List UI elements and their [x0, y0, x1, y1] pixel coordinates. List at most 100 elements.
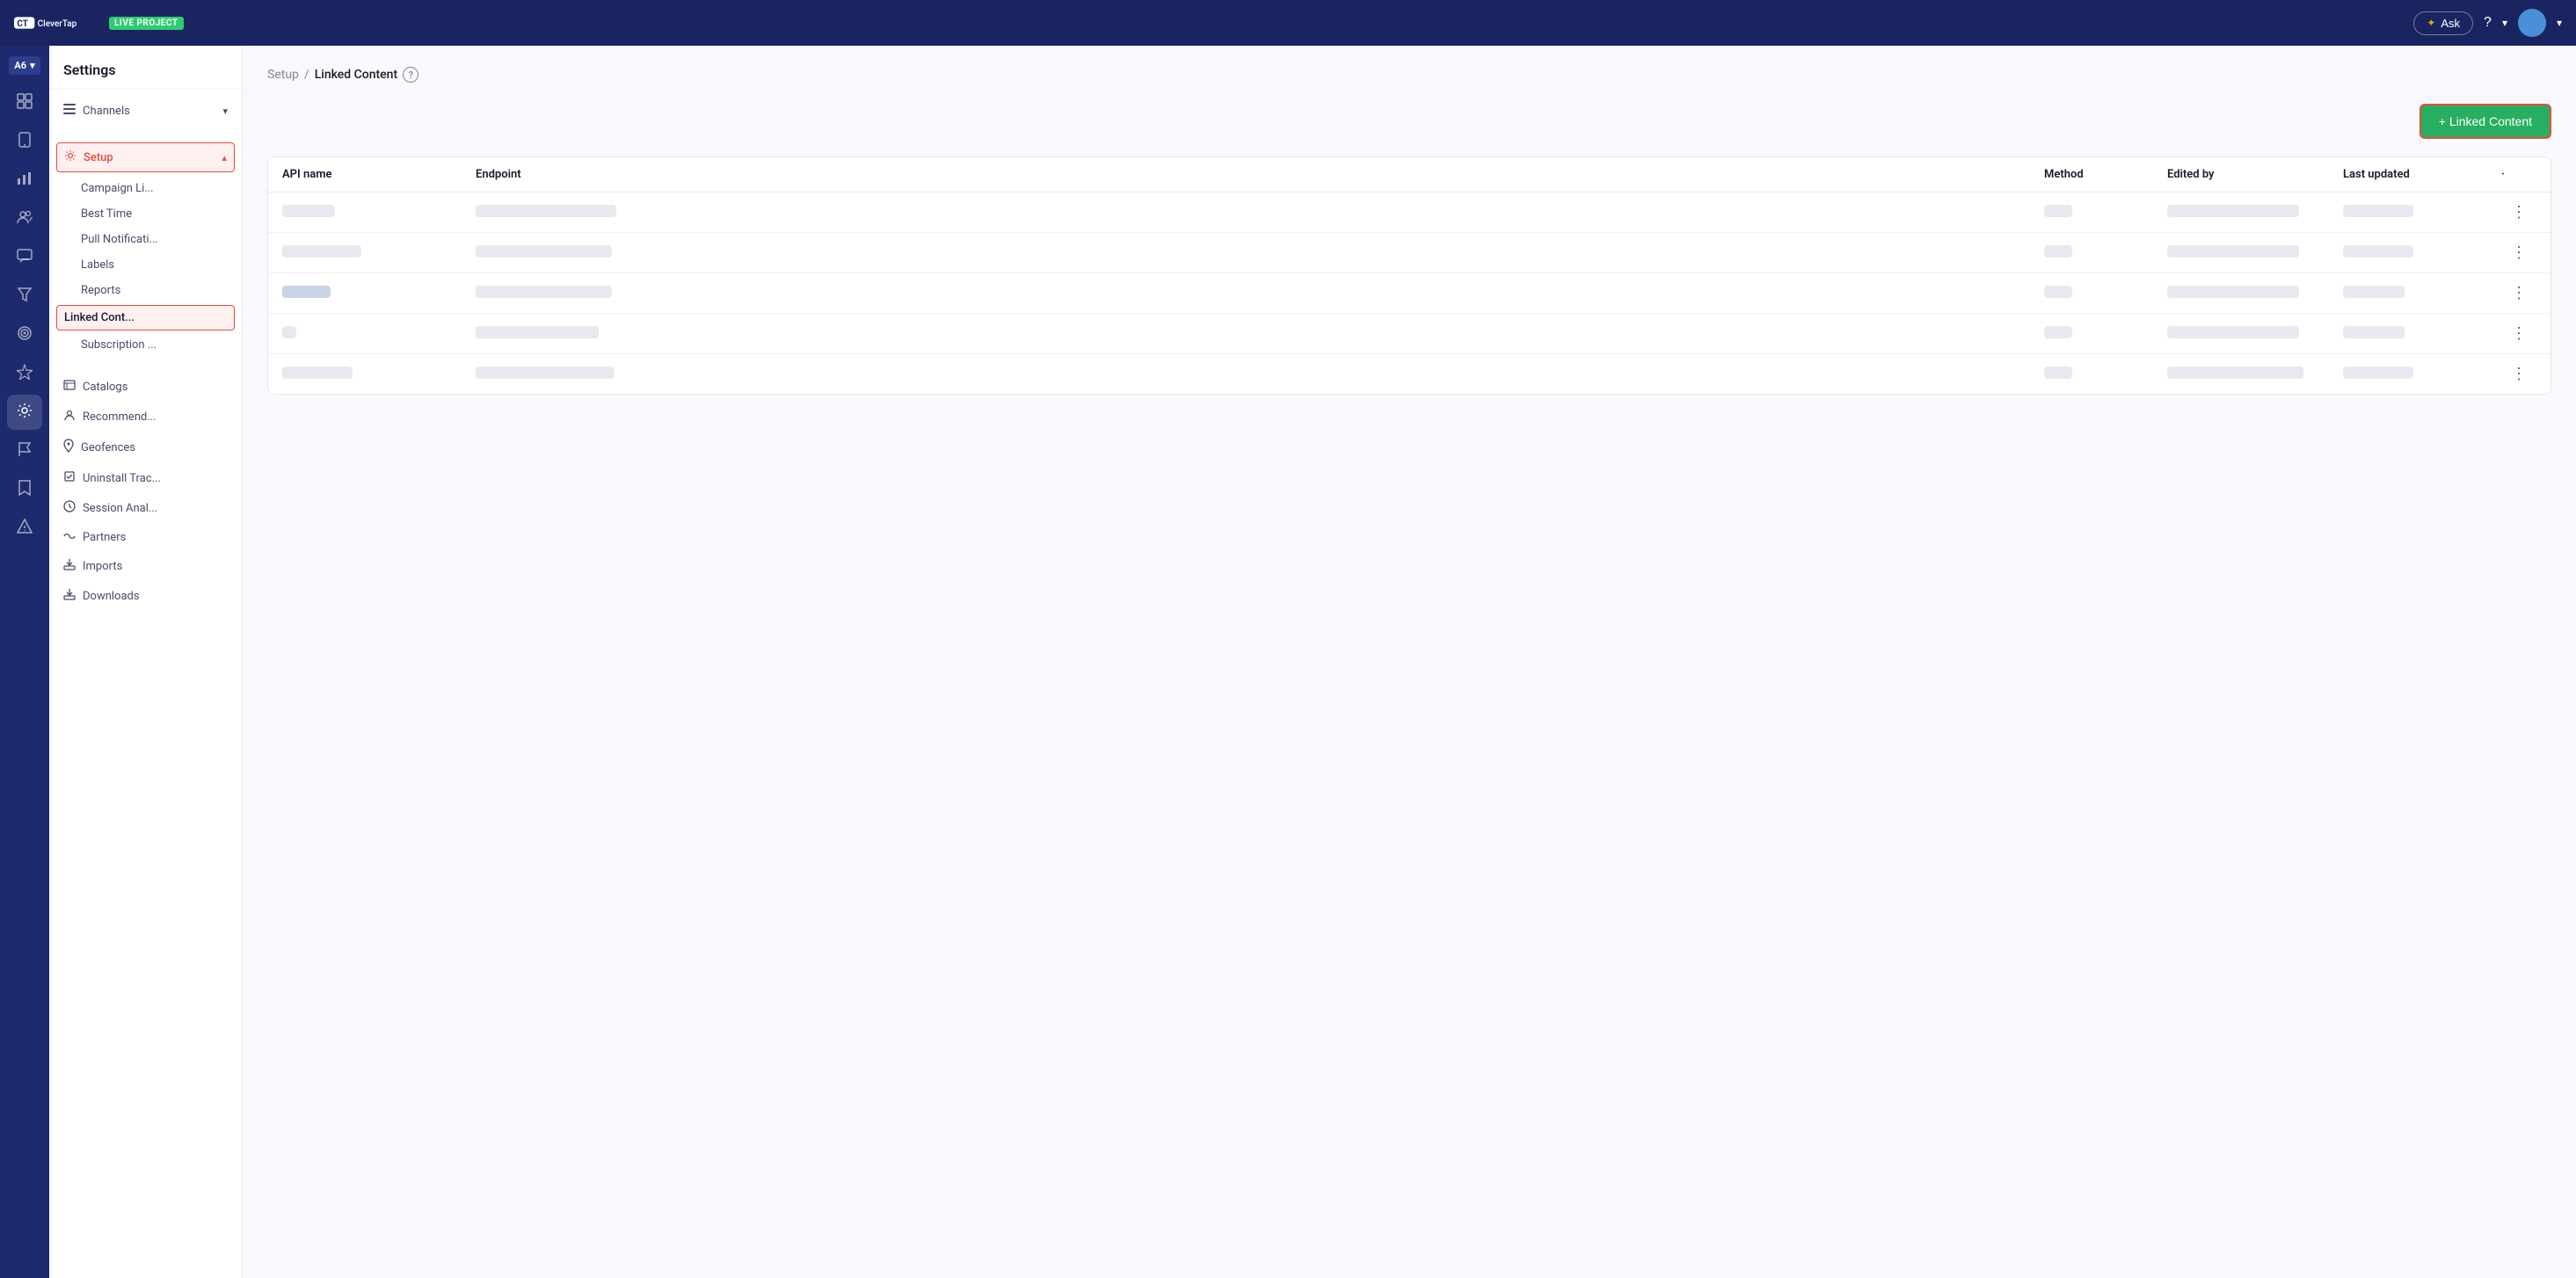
add-linked-content-button[interactable]: + Linked Content — [2420, 104, 2551, 139]
nav-left: CT CleverTap LIVE PROJECT — [14, 10, 184, 36]
header-api-name: API name — [282, 168, 476, 181]
sidebar-item-settings[interactable] — [7, 395, 42, 430]
sidebar-item-recommends[interactable]: Recommend... — [49, 402, 242, 432]
star-icon: ✦ — [2427, 17, 2435, 29]
cell-api-name-4 — [282, 326, 476, 342]
sidebar-item-catalogs[interactable]: Catalogs — [49, 372, 242, 402]
breadcrumb: Setup / Linked Content ? — [267, 67, 2551, 83]
session-icon — [63, 500, 76, 516]
cell-edited-by-4 — [2167, 326, 2343, 342]
cell-api-name-2 — [282, 245, 476, 261]
breadcrumb-separator: / — [304, 68, 309, 82]
help-icon: ? — [2484, 15, 2492, 31]
downloads-icon — [63, 588, 76, 604]
sidebar-item-funnel[interactable] — [7, 279, 42, 314]
app-layout: A6 ▾ — [0, 0, 2576, 1278]
ask-button[interactable]: ✦ Ask — [2413, 11, 2473, 35]
geofences-icon — [63, 439, 74, 456]
cell-endpoint-2 — [476, 245, 2044, 261]
svg-text:CleverTap: CleverTap — [38, 19, 77, 29]
cell-method-1 — [2044, 205, 2167, 221]
main-sidebar: Settings Channels ▾ — [49, 46, 243, 1278]
clevertap-logo: CT CleverTap — [14, 10, 102, 36]
row-actions-4[interactable]: ⋮ — [2501, 324, 2536, 343]
sidebar-sub-linked-content[interactable]: Linked Cont... — [56, 305, 235, 330]
sidebar-sub-best-time[interactable]: Best Time — [49, 201, 242, 227]
sidebar-item-partners[interactable]: Partners — [49, 523, 242, 551]
sidebar-item-people[interactable] — [7, 201, 42, 236]
header-edited-by: Edited by — [2167, 168, 2343, 181]
logo-area: CT CleverTap LIVE PROJECT — [14, 10, 184, 36]
setup-icon — [64, 149, 76, 165]
cell-endpoint-1 — [476, 205, 2044, 221]
cell-endpoint-3 — [476, 286, 2044, 301]
cell-edited-by-2 — [2167, 245, 2343, 261]
breadcrumb-help-icon[interactable]: ? — [403, 67, 418, 83]
cell-method-4 — [2044, 326, 2167, 342]
header-endpoint: Endpoint — [476, 168, 2044, 181]
sidebar-item-chart[interactable] — [7, 163, 42, 198]
nav-right: ✦ Ask ? ▾ ▾ — [2413, 9, 2562, 37]
cell-api-name-5 — [282, 367, 476, 382]
sidebar-item-geofences[interactable]: Geofences — [49, 432, 242, 463]
row-actions-2[interactable]: ⋮ — [2501, 243, 2536, 262]
phone-icon — [18, 132, 32, 151]
partners-icon — [63, 530, 76, 544]
sidebar-item-target[interactable] — [7, 317, 42, 352]
cell-api-name-3 — [282, 286, 476, 301]
chart-icon — [17, 171, 33, 189]
sidebar-item-phone[interactable] — [7, 124, 42, 159]
sidebar-sub-subscription[interactable]: Subscription ... — [49, 332, 242, 358]
cell-edited-by-5 — [2167, 367, 2343, 382]
table-row: ⋮ — [268, 233, 2551, 273]
cell-endpoint-4 — [476, 326, 2044, 342]
setup-chevron: ▴ — [222, 152, 227, 163]
row-actions-3[interactable]: ⋮ — [2501, 284, 2536, 302]
sidebar-item-dashboard[interactable] — [7, 85, 42, 120]
sidebar-item-alert[interactable] — [7, 511, 42, 546]
user-avatar[interactable] — [2518, 9, 2546, 37]
chat-icon — [17, 249, 33, 266]
sidebar-sub-reports[interactable]: Reports — [49, 278, 242, 303]
sidebar-setup-section: Setup ▴ Campaign Li... Best Time Pull No… — [49, 132, 242, 365]
sidebar-item-flag[interactable] — [7, 433, 42, 468]
sidebar-sub-campaign-li[interactable]: Campaign Li... — [49, 176, 242, 201]
cell-endpoint-5 — [476, 367, 2044, 382]
sidebar-item-chat[interactable] — [7, 240, 42, 275]
sidebar-bottom-section: Catalogs Recommend... Ge — [49, 365, 242, 618]
help-chevron[interactable]: ▾ — [2502, 17, 2507, 29]
sidebar-item-channels[interactable]: Channels ▾ — [49, 97, 242, 125]
people-icon — [17, 210, 33, 228]
table-row: ⋮ — [268, 314, 2551, 354]
svg-text:CT: CT — [17, 19, 28, 29]
breadcrumb-parent: Setup — [267, 68, 299, 82]
linked-content-table: API name Endpoint Method Edited by Last … — [267, 156, 2551, 395]
funnel-icon — [18, 287, 32, 306]
flag-icon — [18, 441, 32, 461]
workspace-badge[interactable]: A6 ▾ — [9, 56, 40, 75]
recommends-icon — [63, 409, 76, 425]
main-content: Setup / Linked Content ? + Linked Conten… — [243, 46, 2576, 1278]
channels-chevron: ▾ — [222, 105, 228, 117]
row-actions-1[interactable]: ⋮ — [2501, 203, 2536, 221]
sidebar-item-bookmark[interactable] — [7, 472, 42, 507]
sidebar-item-setup[interactable]: Setup ▴ — [56, 142, 235, 172]
table-row: ⋮ — [268, 354, 2551, 394]
sidebar-item-uninstall[interactable]: Uninstall Trac... — [49, 463, 242, 493]
breadcrumb-current: Linked Content ? — [315, 67, 418, 83]
sidebar-item-imports[interactable]: Imports — [49, 551, 242, 581]
header-last-updated: Last updated — [2343, 168, 2501, 181]
sidebar-title: Settings — [49, 46, 242, 90]
cell-last-updated-2 — [2343, 245, 2501, 261]
help-button[interactable]: ? — [2484, 15, 2492, 31]
sidebar-item-star[interactable] — [7, 356, 42, 391]
row-actions-5[interactable]: ⋮ — [2501, 365, 2536, 383]
sidebar-item-downloads[interactable]: Downloads — [49, 581, 242, 611]
table-header: API name Endpoint Method Edited by Last … — [268, 157, 2551, 192]
cell-api-name-1 — [282, 205, 476, 221]
settings-icon — [17, 403, 33, 422]
sidebar-sub-labels[interactable]: Labels — [49, 252, 242, 278]
user-chevron[interactable]: ▾ — [2557, 17, 2562, 29]
sidebar-item-session[interactable]: Session Anal... — [49, 493, 242, 523]
sidebar-sub-pull-notif[interactable]: Pull Notificati... — [49, 227, 242, 252]
